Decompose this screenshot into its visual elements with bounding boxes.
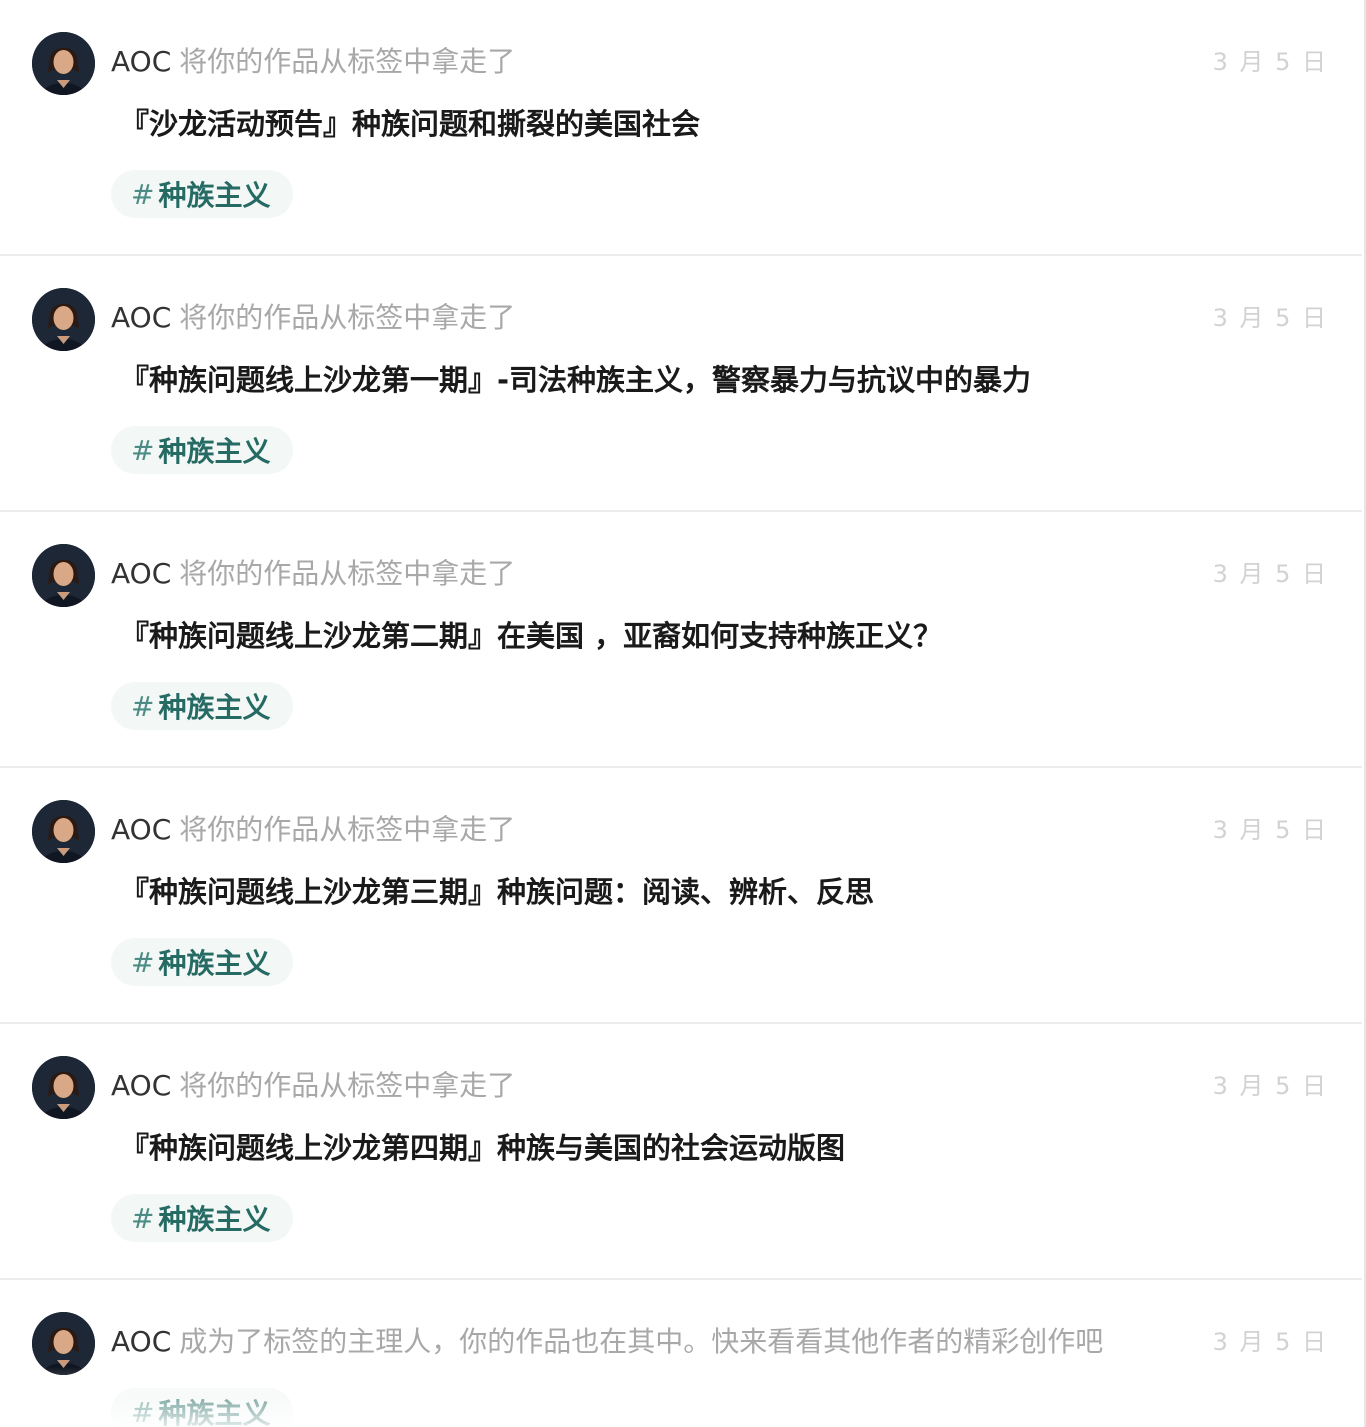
notification-header: AOC 将你的作品从标签中拿走了 bbox=[111, 1068, 515, 1104]
tag-label: 种族主义 bbox=[158, 1203, 271, 1236]
user-name[interactable]: AOC bbox=[111, 1325, 171, 1358]
notification-item[interactable]: AOC 将你的作品从标签中拿走了 3 月 5 日 『种族问题线上沙龙第三期』种族问… bbox=[0, 768, 1362, 1024]
notification-header: AOC 将你的作品从标签中拿走了 bbox=[111, 44, 515, 80]
notification-date: 3 月 5 日 bbox=[1212, 48, 1328, 76]
action-text: 将你的作品从标签中拿走了 bbox=[179, 813, 516, 846]
avatar[interactable] bbox=[32, 32, 95, 95]
avatar[interactable] bbox=[32, 800, 95, 863]
notification-date: 3 月 5 日 bbox=[1212, 560, 1328, 588]
tag-label: 种族主义 bbox=[158, 691, 271, 724]
notification-header: AOC 将你的作品从标签中拿走了 bbox=[111, 300, 515, 336]
hash-icon: # bbox=[131, 433, 155, 467]
user-name[interactable]: AOC bbox=[111, 1069, 171, 1102]
action-text: 将你的作品从标签中拿走了 bbox=[179, 45, 516, 78]
tag-chip[interactable]: # 种族主义 bbox=[111, 170, 293, 218]
notification-item[interactable]: AOC 将你的作品从标签中拿走了 3 月 5 日 『种族问题线上沙龙第二期』在美国… bbox=[0, 512, 1362, 768]
notification-date: 3 月 5 日 bbox=[1212, 304, 1328, 332]
user-name[interactable]: AOC bbox=[111, 45, 171, 78]
notification-item[interactable]: AOC 将你的作品从标签中拿走了 3 月 5 日 『种族问题线上沙龙第一期』-司法… bbox=[0, 256, 1362, 512]
hash-icon: # bbox=[131, 177, 155, 211]
avatar[interactable] bbox=[32, 1312, 95, 1375]
avatar[interactable] bbox=[32, 288, 95, 351]
action-text: 成为了标签的主理人，你的作品也在其中。快来看看其他作者的精彩创作吧 bbox=[179, 1325, 1104, 1358]
notification-header: AOC 将你的作品从标签中拿走了 bbox=[111, 556, 515, 592]
hash-icon: # bbox=[131, 1395, 155, 1427]
tag-chip[interactable]: # 种族主义 bbox=[111, 682, 293, 730]
action-text: 将你的作品从标签中拿走了 bbox=[179, 1069, 516, 1102]
tag-label: 种族主义 bbox=[158, 435, 271, 468]
hash-icon: # bbox=[131, 1201, 155, 1235]
notification-date: 3 月 5 日 bbox=[1212, 1072, 1328, 1100]
tag-chip[interactable]: # 种族主义 bbox=[111, 426, 293, 474]
tag-label: 种族主义 bbox=[158, 179, 271, 212]
tag-label: 种族主义 bbox=[158, 1397, 271, 1427]
notification-date: 3 月 5 日 bbox=[1212, 1328, 1328, 1356]
tag-label: 种族主义 bbox=[158, 947, 271, 980]
notification-feed: AOC 将你的作品从标签中拿走了 3 月 5 日 『沙龙活动预告』种族问题和撕裂的… bbox=[0, 0, 1366, 1427]
post-title[interactable]: 『种族问题线上沙龙第三期』种族问题：阅读、辨析、反思 bbox=[120, 872, 874, 912]
notification-header: AOC 成为了标签的主理人，你的作品也在其中。快来看看其他作者的精彩创作吧 bbox=[111, 1324, 1103, 1360]
action-text: 将你的作品从标签中拿走了 bbox=[179, 301, 516, 334]
post-title[interactable]: 『种族问题线上沙龙第一期』-司法种族主义，警察暴力与抗议中的暴力 bbox=[120, 360, 1031, 400]
avatar[interactable] bbox=[32, 544, 95, 607]
tag-chip[interactable]: # 种族主义 bbox=[111, 1388, 293, 1427]
post-title[interactable]: 『种族问题线上沙龙第二期』在美国 ，亚裔如何支持种族正义？ bbox=[120, 616, 942, 656]
hash-icon: # bbox=[131, 945, 155, 979]
action-text: 将你的作品从标签中拿走了 bbox=[179, 557, 516, 590]
notification-item[interactable]: AOC 将你的作品从标签中拿走了 3 月 5 日 『种族问题线上沙龙第四期』种族与… bbox=[0, 1024, 1362, 1280]
user-name[interactable]: AOC bbox=[111, 813, 171, 846]
notification-header: AOC 将你的作品从标签中拿走了 bbox=[111, 812, 515, 848]
notification-item[interactable]: AOC 成为了标签的主理人，你的作品也在其中。快来看看其他作者的精彩创作吧 3 月… bbox=[0, 1280, 1362, 1427]
user-name[interactable]: AOC bbox=[111, 301, 171, 334]
post-title[interactable]: 『沙龙活动预告』种族问题和撕裂的美国社会 bbox=[120, 104, 700, 144]
tag-chip[interactable]: # 种族主义 bbox=[111, 938, 293, 986]
avatar[interactable] bbox=[32, 1056, 95, 1119]
notification-item[interactable]: AOC 将你的作品从标签中拿走了 3 月 5 日 『沙龙活动预告』种族问题和撕裂的… bbox=[0, 0, 1362, 256]
user-name[interactable]: AOC bbox=[111, 557, 171, 590]
notification-date: 3 月 5 日 bbox=[1212, 816, 1328, 844]
tag-chip[interactable]: # 种族主义 bbox=[111, 1194, 293, 1242]
post-title[interactable]: 『种族问题线上沙龙第四期』种族与美国的社会运动版图 bbox=[120, 1128, 845, 1168]
hash-icon: # bbox=[131, 689, 155, 723]
